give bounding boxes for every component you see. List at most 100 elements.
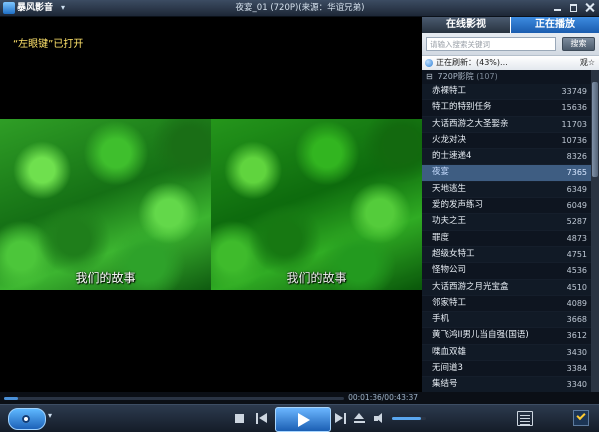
panel-tabs: 在线影视 正在播放 [422,17,599,33]
list-item[interactable]: 天地逃生 6349 [422,181,591,199]
playlist-toggle-button[interactable] [517,411,533,426]
list-item-count: 3430 [566,347,587,357]
app-menu-button[interactable]: 暴风影音 ▾ [3,2,65,14]
list-item-count: 3340 [566,380,587,390]
list-item-count: 10736 [561,135,587,145]
list-item-title: 手机 [432,314,450,325]
refresh-icon[interactable] [425,59,433,67]
list-item-count: 7365 [566,168,587,178]
list-item[interactable]: 的士速递4 8326 [422,149,591,166]
list-item[interactable]: 黄飞鸿II男儿当自强(国语) 3612 [422,328,591,345]
list-item-count: 5287 [566,217,587,227]
refresh-status: 正在刷新：(43%)... [436,58,508,67]
list-item-count: 4089 [566,298,587,308]
volume-slider[interactable] [392,417,426,420]
list-item[interactable]: 特工的特别任务 15636 [422,100,591,117]
list-item-count: 6349 [566,184,587,194]
volume-slider-fill [392,417,421,420]
list-item-title: 赤裸特工 [432,86,467,96]
toolbox-icon[interactable] [573,410,589,426]
list-item-title: 爱的发声练习 [432,200,484,211]
list-item-title: 天地逃生 [432,183,467,194]
next-button[interactable] [335,413,346,424]
search-bar: 搜索 [422,33,599,56]
list-item[interactable]: 怪物公司 4536 [422,263,591,280]
category-count: (107) [476,72,498,81]
list-item-title: 喋血双雄 [432,346,467,357]
open-file-button[interactable] [354,413,365,424]
list-item-count: 11703 [561,119,587,129]
list-item[interactable]: 罪度 4873 [422,231,591,247]
scrollbar-thumb[interactable] [592,82,598,177]
list-item-title: 集结号 [432,379,458,390]
list-item[interactable]: 大话西游之月光宝盒 4510 [422,279,591,296]
view-mode-button[interactable]: 观☆ [580,56,595,70]
list-item[interactable]: 集结号 3340 [422,377,591,392]
tab-now-playing[interactable]: 正在播放 [511,17,599,33]
list-item-count: 33749 [561,87,587,96]
list-item-count: 15636 [561,103,587,113]
title-bar: 暴风影音 ▾ 夜宴_01 (720P)(来源：华谊兄弟) [0,0,599,17]
list-scrollbar[interactable] [591,70,599,392]
list-item-count: 4873 [566,233,587,243]
previous-button[interactable] [256,413,267,424]
app-logo-text: 暴风影音 [17,3,54,13]
stop-button[interactable] [235,414,244,423]
list-item-count: 4751 [566,249,587,259]
search-button[interactable]: 搜索 [562,37,595,51]
play-button[interactable] [275,407,331,432]
subtitle-right: 我们的故事 [286,271,347,285]
list-item[interactable]: 喋血双雄 3430 [422,344,591,362]
list-item-count: 6049 [566,201,587,211]
volume-icon[interactable] [374,413,386,424]
list-item-title: 无间道3 [432,363,463,374]
video-frame-left: 我们的故事 [0,119,211,290]
list-item-title: 夜宴 [432,167,450,178]
list-item[interactable]: 夜宴 7365 [422,165,591,182]
list-item-title: 大话西游之月光宝盒 [432,281,509,292]
list-item-title: 罪度 [432,232,450,243]
search-input[interactable] [426,37,556,51]
left-eye-button[interactable] [8,408,46,430]
list-item[interactable]: 无间道3 3384 [422,361,591,378]
video-frame-right: 我们的故事 [211,119,422,290]
list-item[interactable]: 大话西游之大圣娶亲 11703 [422,116,591,133]
list-item[interactable]: 手机 3668 [422,312,591,329]
refresh-row: 正在刷新：(43%)... 观☆ [422,56,599,71]
tab-online-video[interactable]: 在线影视 [422,17,510,33]
progress-row: 00:01:36/00:43:37 [0,392,422,404]
maximize-icon[interactable] [568,2,579,13]
window-controls [552,2,595,14]
osd-message: “左眼键”已打开 [13,39,84,50]
list-item[interactable]: 赤裸特工 33749 [422,84,591,101]
list-item-title: 大话西游之大圣娶亲 [432,118,509,129]
list-item-count: 3384 [566,364,587,374]
subtitle-left: 我们的故事 [75,271,136,285]
app-logo-icon [3,2,15,14]
list-item-count: 4536 [566,266,587,276]
seek-bar[interactable] [4,397,344,400]
list-item-count: 3612 [566,331,587,341]
video-list: ⊟ 720P影院 (107) 赤裸特工 33749 特工的特别任务 15636 大话西游… [422,70,591,392]
video-area[interactable]: “左眼键”已打开 我们的故事 我们的故事 [0,17,422,392]
list-item[interactable]: 火龙对决 10736 [422,133,591,150]
list-item-count: 4510 [566,282,587,292]
minimize-icon[interactable] [552,2,563,13]
time-display: 00:01:36/00:43:37 [348,393,418,402]
list-item-title: 邻家特工 [432,297,467,308]
list-item-title: 的士速递4 [432,151,472,162]
list-item[interactable]: 超级女特工 4751 [422,246,591,264]
left-eye-menu-caret-icon[interactable]: ▾ [48,411,52,420]
list-item[interactable]: 爱的发声练习 6049 [422,198,591,215]
close-icon[interactable] [584,2,595,13]
list-item-title: 功夫之王 [432,216,467,227]
list-item[interactable]: 功夫之王 5287 [422,214,591,231]
list-item-count: 8326 [566,152,587,162]
list-item-title: 黄飞鸿II男儿当自强(国语) [432,330,529,341]
category-header[interactable]: ⊟ 720P影院 (107) [422,70,591,84]
list-item-title: 怪物公司 [432,265,467,276]
collapse-icon[interactable]: ⊟ [426,70,435,84]
list-item-title: 特工的特别任务 [432,102,492,113]
list-item[interactable]: 邻家特工 4089 [422,296,591,313]
list-item-title: 火龙对决 [432,134,467,145]
